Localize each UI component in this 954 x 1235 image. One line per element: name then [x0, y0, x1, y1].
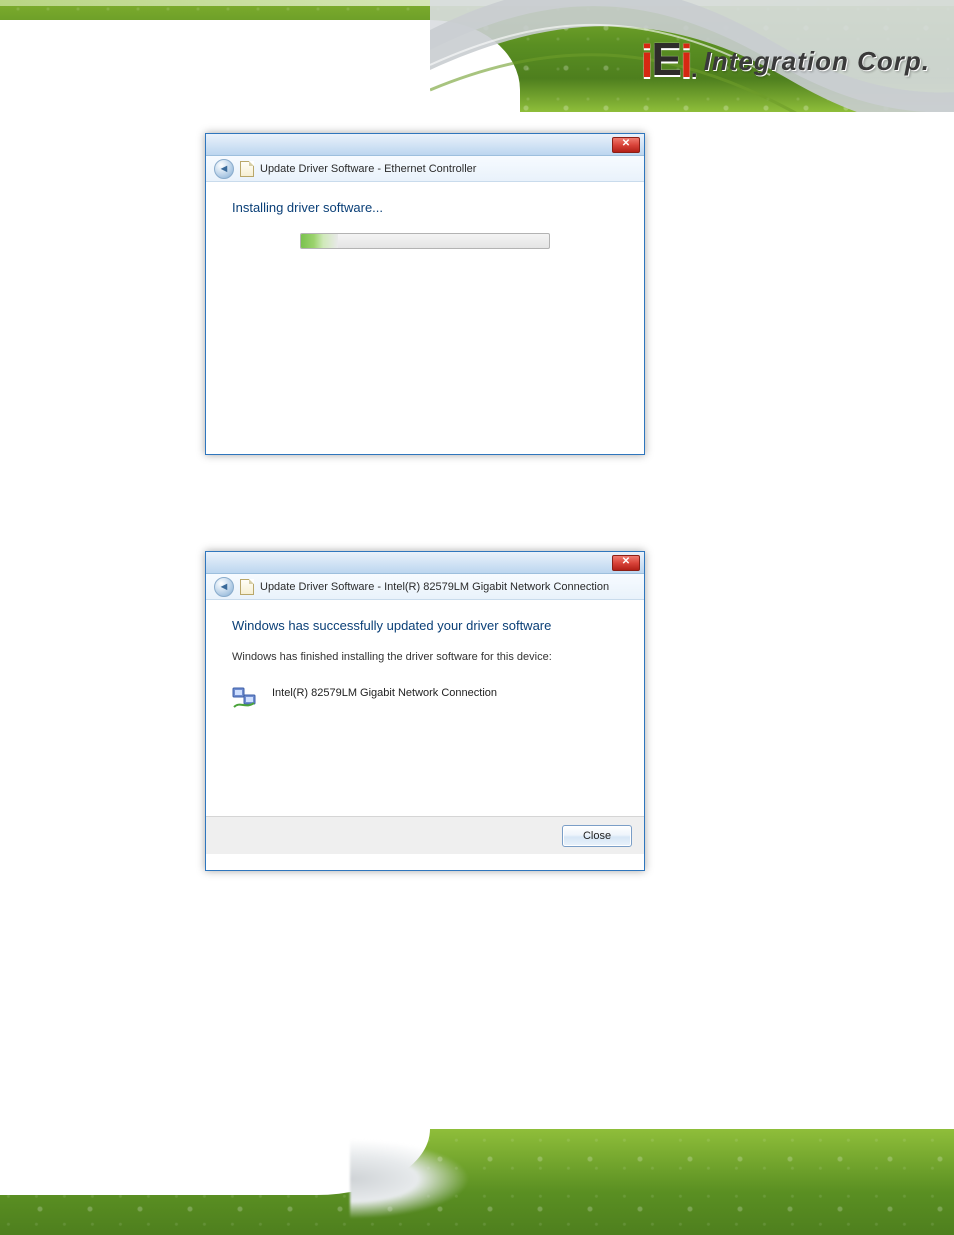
document-icon	[240, 579, 254, 595]
update-driver-dialog-success: ✕ ◄ Update Driver Software - Intel(R) 82…	[205, 551, 645, 871]
document-icon	[240, 161, 254, 177]
page-footer	[0, 1129, 954, 1235]
status-text: Windows has successfully updated your dr…	[232, 618, 618, 633]
close-button[interactable]: Close	[562, 825, 632, 847]
titlebar: ✕	[206, 134, 644, 156]
close-icon[interactable]: ✕	[612, 137, 640, 153]
dialog-header: ◄ Update Driver Software - Ethernet Cont…	[206, 156, 644, 182]
progress-bar	[300, 233, 550, 249]
back-icon[interactable]: ◄	[214, 159, 234, 179]
device-name: Intel(R) 82579LM Gigabit Network Connect…	[272, 687, 497, 699]
dialog-button-bar: Close	[206, 816, 644, 854]
status-subtext: Windows has finished installing the driv…	[232, 651, 618, 663]
progress-fill	[301, 234, 338, 248]
dialog-title: Update Driver Software - Ethernet Contro…	[260, 163, 476, 175]
company-name: Integration Corp.	[704, 46, 930, 77]
device-row: Intel(R) 82579LM Gigabit Network Connect…	[232, 687, 618, 709]
dialog-header: ◄ Update Driver Software - Intel(R) 8257…	[206, 574, 644, 600]
close-icon[interactable]: ✕	[612, 555, 640, 571]
dialog-title: Update Driver Software - Intel(R) 82579L…	[260, 581, 609, 593]
status-text: Installing driver software...	[232, 200, 618, 215]
logo-mark: iEi.	[641, 34, 696, 88]
dialog-body: Installing driver software...	[206, 182, 644, 434]
footer-white-curve	[0, 1129, 430, 1195]
brand-logo: iEi. Integration Corp.	[641, 36, 930, 86]
titlebar: ✕	[206, 552, 644, 574]
network-adapter-icon	[232, 687, 258, 709]
update-driver-dialog-installing: ✕ ◄ Update Driver Software - Ethernet Co…	[205, 133, 645, 455]
page-header: iEi. Integration Corp.	[0, 0, 954, 112]
dialog-body: Windows has successfully updated your dr…	[206, 600, 644, 816]
back-icon[interactable]: ◄	[214, 577, 234, 597]
